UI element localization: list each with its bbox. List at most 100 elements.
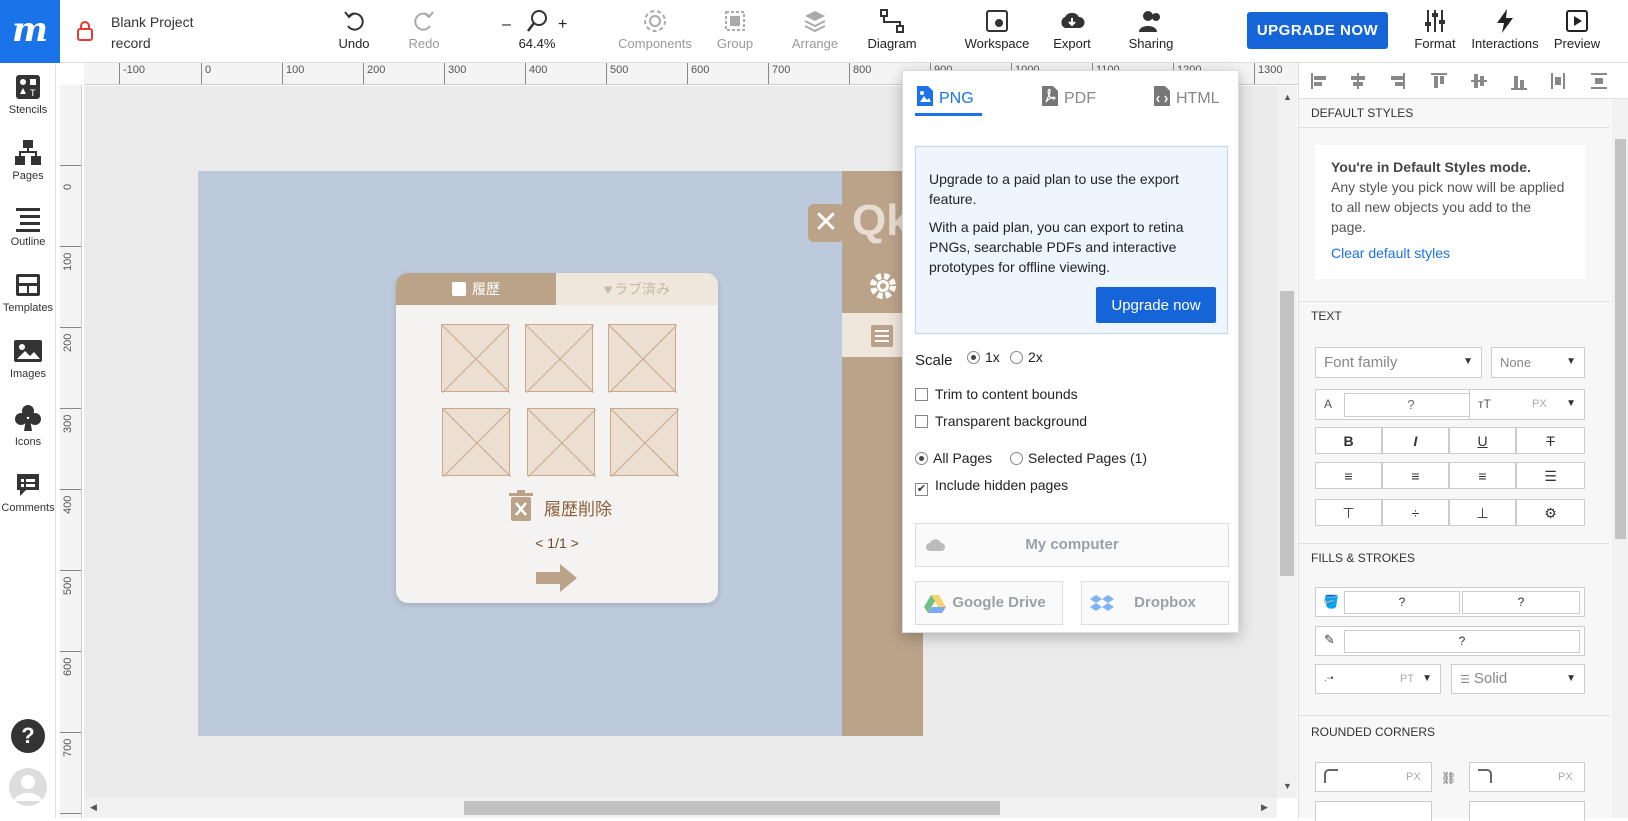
selected-pages-option[interactable]: Selected Pages (1): [1010, 450, 1147, 466]
valign-top-button[interactable]: ⊤: [1315, 499, 1382, 526]
app-logo[interactable]: m: [0, 0, 60, 63]
zoom-icon[interactable]: [525, 8, 549, 34]
group-button[interactable]: Group: [712, 8, 758, 51]
zoom-out-button[interactable]: –: [502, 16, 511, 34]
sidebar-item-images[interactable]: Images: [0, 337, 56, 380]
corner-top-right-field[interactable]: PX: [1469, 762, 1585, 792]
font-size-field[interactable]: ᴛT PX ▼: [1469, 389, 1585, 420]
image-placeholder[interactable]: [610, 408, 679, 477]
radio-unselected[interactable]: [1010, 351, 1023, 364]
corner-top-left-field[interactable]: PX: [1315, 762, 1432, 792]
bold-button[interactable]: B: [1315, 427, 1382, 454]
sidebar-item-outline[interactable]: Outline: [0, 205, 56, 248]
stroke-row[interactable]: ✎ ?: [1315, 626, 1585, 656]
help-button[interactable]: ?: [11, 719, 45, 753]
checkbox-unchecked[interactable]: [915, 415, 928, 428]
corner-bottom-right-field[interactable]: [1469, 801, 1585, 821]
trash-icon[interactable]: [508, 490, 534, 522]
history-card[interactable]: 履歴 ♥ ラブ済み 履歴削除 < 1/1 >: [396, 273, 718, 603]
tab-loved[interactable]: ♥ ラブ済み: [556, 273, 718, 305]
font-family-select[interactable]: Font family ▼: [1315, 347, 1482, 378]
all-pages-option[interactable]: All Pages: [915, 450, 992, 466]
sidebar-item-comments[interactable]: Comments: [0, 471, 56, 514]
vertical-scrollbar[interactable]: ▲ ▼: [1277, 86, 1297, 798]
radio-unselected[interactable]: [1010, 452, 1023, 465]
image-placeholder[interactable]: [442, 408, 511, 477]
align-icons[interactable]: [1311, 71, 1611, 91]
scroll-up-icon[interactable]: ▲: [1283, 92, 1292, 102]
scroll-thumb[interactable]: [464, 801, 1000, 815]
align-center-button[interactable]: ≡: [1382, 462, 1449, 489]
align-left-button[interactable]: ≡: [1315, 462, 1382, 489]
text-color-field[interactable]: A ?: [1315, 389, 1482, 420]
panel-scrollbar[interactable]: [1612, 99, 1628, 818]
undo-button[interactable]: Undo: [330, 8, 378, 51]
avatar[interactable]: [9, 768, 47, 806]
scroll-thumb[interactable]: [1280, 291, 1294, 576]
page-name[interactable]: record: [111, 33, 193, 54]
zoom-in-button[interactable]: +: [558, 16, 567, 34]
panel-scroll-thumb[interactable]: [1615, 139, 1626, 539]
include-hidden-option[interactable]: ✔ Include hidden pages: [915, 477, 1068, 496]
components-button[interactable]: Components: [615, 8, 695, 51]
fill-row[interactable]: 🪣 ? ?: [1315, 587, 1585, 617]
stroke-style-select[interactable]: ☰ Solid ▼: [1451, 664, 1585, 694]
mockup-close-button[interactable]: ✕: [808, 204, 844, 242]
checkbox-checked[interactable]: ✔: [915, 483, 928, 496]
sidebar-item-pages[interactable]: Pages: [0, 139, 56, 182]
text-color-value[interactable]: ?: [1344, 393, 1478, 417]
link-icon[interactable]: ⛓: [1441, 771, 1456, 785]
tab-pdf[interactable]: PDF: [1040, 85, 1096, 108]
sidebar-item-icons[interactable]: Icons: [0, 403, 56, 448]
tab-history[interactable]: 履歴: [396, 273, 556, 305]
valign-middle-button[interactable]: ÷: [1382, 499, 1449, 526]
upgrade-now-link-button[interactable]: Upgrade now: [1096, 287, 1216, 323]
text-settings-button[interactable]: ⚙: [1516, 499, 1585, 526]
pager[interactable]: < 1/1 >: [396, 535, 718, 551]
corner-bottom-left-field[interactable]: [1315, 801, 1432, 821]
interactions-button[interactable]: Interactions: [1470, 8, 1540, 51]
image-placeholder[interactable]: [527, 408, 596, 477]
italic-button[interactable]: I: [1382, 427, 1449, 454]
dropbox-button[interactable]: Dropbox: [1081, 581, 1229, 625]
sidebar-item-templates[interactable]: Templates: [0, 271, 56, 314]
export-button[interactable]: Export: [1050, 8, 1094, 51]
tab-png[interactable]: PNG: [915, 85, 974, 108]
lock-icon[interactable]: [76, 21, 94, 41]
preview-button[interactable]: Preview: [1552, 8, 1602, 51]
tab-html[interactable]: HTML: [1152, 85, 1220, 108]
underline-button[interactable]: U: [1449, 427, 1516, 454]
strikethrough-button[interactable]: T: [1516, 427, 1585, 454]
project-title-block[interactable]: Blank Project record: [111, 12, 193, 54]
google-drive-button[interactable]: Google Drive: [915, 581, 1063, 625]
sharing-button[interactable]: Sharing: [1126, 8, 1176, 51]
format-button[interactable]: Format: [1410, 8, 1460, 51]
trim-option[interactable]: Trim to content bounds: [915, 386, 1078, 402]
radio-selected[interactable]: [967, 351, 980, 364]
stroke-width-field[interactable]: .­­­­­­­-▪ PT ▼: [1315, 664, 1441, 694]
arrow-right-icon[interactable]: [536, 563, 578, 593]
diagram-button[interactable]: Diagram: [864, 8, 920, 51]
image-placeholder[interactable]: [608, 324, 677, 393]
redo-button[interactable]: Redo: [400, 8, 448, 51]
scroll-down-icon[interactable]: ▼: [1283, 781, 1292, 791]
scale-2x-option[interactable]: 2x: [1010, 349, 1043, 365]
clear-default-styles-link[interactable]: Clear default styles: [1331, 243, 1569, 263]
justify-button[interactable]: ☰: [1516, 462, 1585, 489]
scale-1x-option[interactable]: 1x: [967, 349, 1000, 365]
align-right-button[interactable]: ≡: [1449, 462, 1516, 489]
delete-history-label[interactable]: 履歴削除: [544, 495, 612, 520]
image-placeholder[interactable]: [525, 324, 594, 393]
checkbox-unchecked[interactable]: [915, 388, 928, 401]
image-placeholder[interactable]: [441, 324, 510, 393]
stroke-color-field[interactable]: ?: [1344, 630, 1580, 653]
font-weight-select[interactable]: None ▼: [1491, 347, 1585, 378]
radio-selected[interactable]: [915, 452, 928, 465]
project-title[interactable]: Blank Project: [111, 12, 193, 33]
arrange-button[interactable]: Arrange: [790, 8, 840, 51]
scroll-right-icon[interactable]: ▶: [1261, 802, 1268, 813]
sidebar-item-stencils[interactable]: T Stencils: [0, 73, 56, 116]
valign-bottom-button[interactable]: ⊥: [1449, 499, 1516, 526]
upgrade-now-button[interactable]: UPGRADE NOW: [1247, 12, 1388, 49]
transparent-option[interactable]: Transparent background: [915, 413, 1087, 429]
